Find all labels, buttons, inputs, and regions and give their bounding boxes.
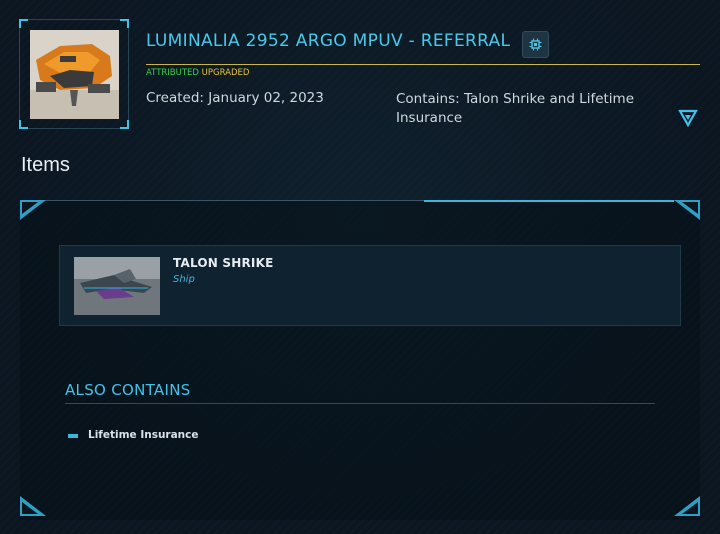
also-contains-divider — [65, 403, 655, 404]
bullet-icon — [68, 434, 78, 438]
panel-corner-top-right — [674, 200, 700, 220]
list-item-label: Lifetime Insurance — [88, 429, 199, 441]
attributed-badge: ATTRIBUTED — [146, 68, 199, 78]
pledge-ship-image — [30, 30, 119, 119]
frame-corner — [19, 19, 28, 28]
pledge-thumbnail-frame — [19, 19, 129, 129]
panel-top-accent — [424, 200, 674, 202]
pledge-title: LUMINALIA 2952 ARGO MPUV - REFERRAL — [146, 31, 511, 51]
ship-image — [74, 257, 160, 315]
items-heading: Items — [21, 154, 70, 176]
pledge-title-row: LUMINALIA 2952 ARGO MPUV - REFERRAL — [146, 31, 700, 63]
also-contains-heading: ALSO CONTAINS — [65, 381, 191, 399]
item-name: TALON SHRIKE — [173, 256, 274, 270]
panel-corner-top-left — [20, 200, 46, 220]
created-date: Created: January 02, 2023 — [146, 90, 324, 106]
contains-summary: Contains: Talon Shrike and Lifetime Insu… — [396, 91, 635, 126]
title-divider — [146, 64, 700, 65]
panel-corner-bottom-right — [674, 496, 700, 516]
item-card[interactable]: TALON SHRIKE Ship — [59, 245, 681, 326]
status-badges: ATTRIBUTED UPGRADED — [146, 68, 249, 78]
frame-corner — [19, 120, 28, 129]
chip-icon[interactable] — [522, 31, 549, 58]
chevron-down-icon[interactable] — [678, 108, 698, 128]
item-type: Ship — [173, 274, 195, 285]
frame-corner — [120, 19, 129, 28]
upgraded-badge: UPGRADED — [201, 68, 250, 78]
panel-corner-bottom-left — [20, 496, 46, 516]
frame-corner — [120, 120, 129, 129]
